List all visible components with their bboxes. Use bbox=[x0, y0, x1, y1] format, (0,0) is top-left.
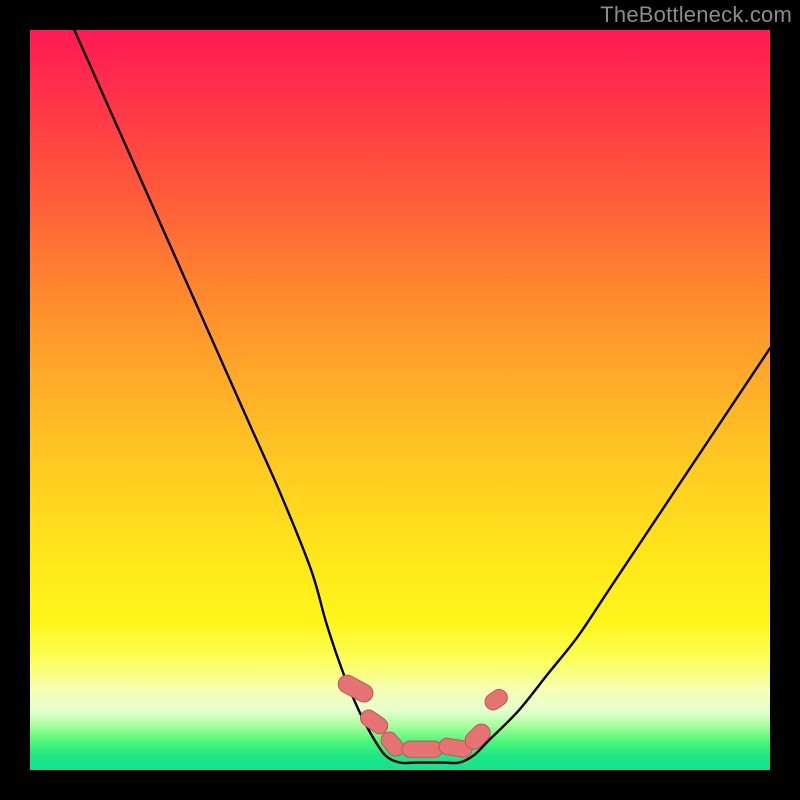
pill-marker bbox=[482, 686, 511, 713]
curve-group bbox=[74, 30, 770, 763]
outer-frame: TheBottleneck.com bbox=[0, 0, 800, 800]
bottleneck-curve bbox=[74, 30, 770, 763]
pill-marker bbox=[402, 741, 443, 757]
plot-area bbox=[30, 30, 770, 770]
pill-marker bbox=[335, 672, 376, 705]
watermark-text: TheBottleneck.com bbox=[600, 2, 792, 28]
chart-svg bbox=[30, 30, 770, 770]
